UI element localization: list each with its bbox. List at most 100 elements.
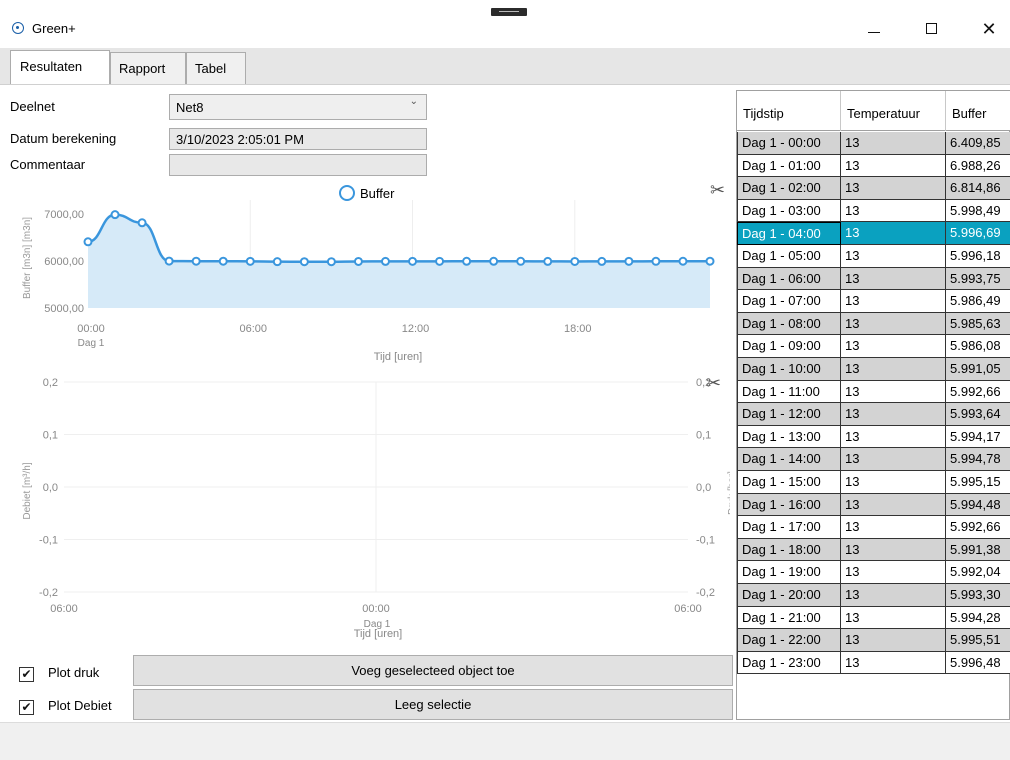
data-point bbox=[83, 237, 93, 247]
tab-tabel[interactable]: Tabel bbox=[186, 52, 246, 84]
table-cell-tijdstip: Dag 1 - 08:00 bbox=[737, 312, 841, 336]
y-axis-label: Buffer [m3n] [m3n] bbox=[22, 217, 33, 299]
table-cell-temperatuur: 13 bbox=[841, 358, 946, 381]
table-row[interactable]: Dag 1 - 13:00 13 5.994,17 bbox=[737, 425, 1010, 449]
table-row[interactable]: Dag 1 - 07:00 13 5.986,49 bbox=[737, 290, 1010, 313]
maximize-icon bbox=[926, 23, 937, 34]
table-row[interactable]: Dag 1 - 19:00 13 5.992,04 bbox=[737, 561, 1010, 584]
x-tick-label: 18:00 bbox=[564, 323, 592, 335]
table-row[interactable]: Dag 1 - 21:00 13 5.994,28 bbox=[737, 606, 1010, 630]
table-row[interactable]: Dag 1 - 22:00 13 5.995,51 bbox=[737, 629, 1010, 652]
table-cell-tijdstip: Dag 1 - 11:00 bbox=[737, 380, 841, 404]
table-cell-buffer: 5.994,78 bbox=[946, 448, 1010, 471]
table-cell-temperatuur: 13 bbox=[841, 177, 946, 200]
tab-rapport[interactable]: Rapport bbox=[110, 52, 186, 84]
drag-handle-icon[interactable] bbox=[491, 8, 527, 16]
results-table[interactable]: Tijdstip Temperatuur Buffer Dag 1 - 00:0… bbox=[736, 90, 1010, 720]
y-tick-label: 5000,00 bbox=[44, 303, 84, 315]
table-cell-tijdstip: Dag 1 - 21:00 bbox=[737, 606, 841, 630]
table-cell-tijdstip: Dag 1 - 06:00 bbox=[737, 267, 841, 291]
table-row[interactable]: Dag 1 - 10:00 13 5.991,05 bbox=[737, 358, 1010, 381]
tab-strip: Resultaten Rapport Tabel bbox=[0, 48, 1010, 85]
table-cell-temperatuur: 13 bbox=[841, 222, 946, 245]
table-cell-buffer: 5.994,28 bbox=[946, 606, 1010, 630]
series-line-buffer bbox=[87, 213, 711, 263]
plot-debiet-checkbox[interactable]: ✔ bbox=[19, 700, 34, 715]
deelnet-label: Deelnet bbox=[10, 99, 55, 114]
table-row[interactable]: Dag 1 - 01:00 13 6.988,26 bbox=[737, 154, 1010, 178]
tab-resultaten[interactable]: Resultaten bbox=[10, 50, 110, 84]
table-cell-temperatuur: 13 bbox=[841, 403, 946, 426]
table-row[interactable]: Dag 1 - 18:00 13 5.991,38 bbox=[737, 538, 1010, 562]
scissors-icon[interactable]: ✂ bbox=[710, 180, 725, 201]
commentaar-field[interactable] bbox=[169, 154, 427, 176]
table-row[interactable]: Dag 1 - 16:00 13 5.994,48 bbox=[737, 493, 1010, 517]
chevron-down-icon: ⌄ bbox=[409, 96, 418, 107]
table-row[interactable]: Dag 1 - 03:00 13 5.998,49 bbox=[737, 199, 1010, 223]
legend-label: Buffer bbox=[360, 186, 395, 201]
y-axis-label: Debiet [m³/h] bbox=[22, 462, 33, 519]
scissors-icon[interactable]: ✂ bbox=[706, 373, 721, 394]
table-row[interactable]: Dag 1 - 02:00 13 6.814,86 bbox=[737, 177, 1010, 200]
data-point bbox=[705, 256, 715, 266]
table-cell-buffer: 6.988,26 bbox=[946, 154, 1010, 178]
table-row[interactable]: Dag 1 - 09:00 13 5.986,08 bbox=[737, 335, 1010, 358]
table-cell-buffer: 6.409,85 bbox=[946, 132, 1010, 155]
table-row[interactable]: Dag 1 - 12:00 13 5.993,64 bbox=[737, 403, 1010, 426]
data-point bbox=[218, 256, 228, 266]
deelnet-select[interactable]: Net8 ⌄ bbox=[169, 94, 427, 120]
table-cell-buffer: 5.986,49 bbox=[946, 290, 1010, 313]
plot-druk-label: Plot druk bbox=[48, 665, 100, 680]
commentaar-label: Commentaar bbox=[10, 157, 86, 172]
table-cell-temperatuur: 13 bbox=[841, 471, 946, 494]
plot-druk-checkbox[interactable]: ✔ bbox=[19, 667, 34, 682]
data-point bbox=[651, 256, 661, 266]
table-row[interactable]: Dag 1 - 11:00 13 5.992,66 bbox=[737, 380, 1010, 404]
table-cell-temperatuur: 13 bbox=[841, 493, 946, 517]
table-row[interactable]: Dag 1 - 00:00 13 6.409,85 bbox=[737, 132, 1010, 155]
table-cell-tijdstip: Dag 1 - 16:00 bbox=[737, 493, 841, 517]
table-cell-buffer: 5.995,51 bbox=[946, 629, 1010, 652]
table-cell-buffer: 5.986,08 bbox=[946, 335, 1010, 358]
table-cell-tijdstip: Dag 1 - 17:00 bbox=[737, 516, 841, 539]
table-cell-tijdstip: Dag 1 - 10:00 bbox=[737, 358, 841, 381]
clear-selection-button[interactable]: Leeg selectie bbox=[133, 689, 733, 720]
table-row[interactable]: Dag 1 - 20:00 13 5.993,30 bbox=[737, 584, 1010, 607]
table-cell-temperatuur: 13 bbox=[841, 267, 946, 291]
table-cell-tijdstip: Dag 1 - 07:00 bbox=[737, 290, 841, 313]
table-cell-temperatuur: 13 bbox=[841, 425, 946, 449]
y-tick-label: 0,0 bbox=[43, 482, 58, 494]
minimize-button[interactable] bbox=[850, 14, 896, 44]
data-point bbox=[245, 256, 255, 266]
table-row[interactable]: Dag 1 - 05:00 13 5.996,18 bbox=[737, 245, 1010, 268]
table-row[interactable]: Dag 1 - 04:00 13 5.996,69 bbox=[737, 222, 1010, 245]
table-cell-temperatuur: 13 bbox=[841, 245, 946, 268]
legend-marker bbox=[339, 185, 355, 201]
maximize-button[interactable] bbox=[909, 14, 955, 44]
table-cell-tijdstip: Dag 1 - 14:00 bbox=[737, 448, 841, 471]
add-selected-object-button[interactable]: Voeg geselecteed object toe bbox=[133, 655, 733, 686]
table-cell-buffer: 5.996,48 bbox=[946, 651, 1010, 675]
table-row[interactable]: Dag 1 - 08:00 13 5.985,63 bbox=[737, 312, 1010, 336]
table-cell-temperatuur: 13 bbox=[841, 606, 946, 630]
debiet-druk-chart[interactable]: 0,20,10,0-0,1-0,20,20,10,0-0,1-0,206:00 0… bbox=[0, 370, 730, 650]
column-header-tijdstip[interactable]: Tijdstip bbox=[737, 91, 841, 131]
table-cell-buffer: 5.985,63 bbox=[946, 312, 1010, 336]
table-cell-buffer: 5.995,15 bbox=[946, 471, 1010, 494]
table-row[interactable]: Dag 1 - 17:00 13 5.992,66 bbox=[737, 516, 1010, 539]
deelnet-value: Net8 bbox=[176, 100, 204, 115]
close-button[interactable]: ✕ bbox=[966, 14, 1010, 44]
datum-field[interactable]: 3/10/2023 2:05:01 PM bbox=[169, 128, 427, 150]
table-cell-buffer: 5.991,38 bbox=[946, 538, 1010, 562]
table-row[interactable]: Dag 1 - 06:00 13 5.993,75 bbox=[737, 267, 1010, 291]
table-row[interactable]: Dag 1 - 14:00 13 5.994,78 bbox=[737, 448, 1010, 471]
column-header-buffer[interactable]: Buffer bbox=[946, 91, 1010, 131]
buffer-chart[interactable]: Buffer 7000,00 6000,00 5000,00 00:00 06:00 12:… bbox=[0, 178, 730, 368]
title-bar[interactable]: Green+ ✕ bbox=[0, 0, 1010, 48]
table-row[interactable]: Dag 1 - 15:00 13 5.995,15 bbox=[737, 471, 1010, 494]
table-row[interactable]: Dag 1 - 23:00 13 5.996,48 bbox=[737, 651, 1010, 675]
table-cell-temperatuur: 13 bbox=[841, 651, 946, 675]
x-subtick-label: Dag 1 bbox=[78, 338, 105, 349]
table-cell-tijdstip: Dag 1 - 12:00 bbox=[737, 403, 841, 426]
column-header-temperatuur[interactable]: Temperatuur bbox=[841, 91, 946, 131]
